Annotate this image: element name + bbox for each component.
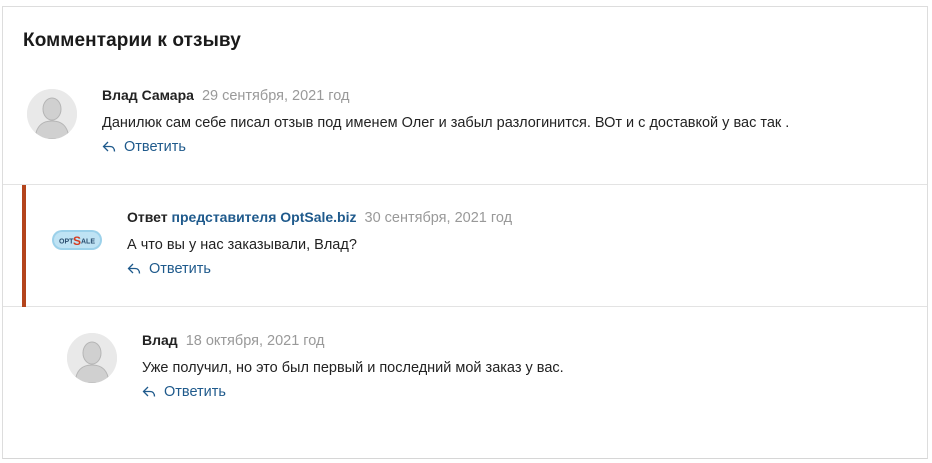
section-title: Комментарии к отзыву (23, 30, 241, 51)
reply-button[interactable]: Ответить (142, 384, 226, 402)
representative-reply: OPT S ALE Ответ представителя OptSale.bi… (3, 185, 927, 307)
comment-date: 29 сентября, 2021 год (201, 88, 350, 104)
reply-arrow-icon (142, 386, 156, 402)
logo-text-s: S (73, 234, 81, 248)
reply-label: Ответить (149, 261, 211, 277)
reply-arrow-icon (102, 141, 116, 157)
comment-text: Данилюк сам себе писал отзыв под именем … (102, 115, 790, 131)
author-name: Влад Самара (102, 87, 194, 103)
comment-header: Влад Самара 29 сентября, 2021 год (102, 87, 350, 104)
comment-text: Уже получил, но это был первый и последн… (142, 360, 564, 376)
reply-prefix: Ответ (127, 209, 168, 225)
comment-item: Влад 18 октября, 2021 год Уже получил, но… (3, 307, 927, 447)
comment-date: 30 сентября, 2021 год (364, 210, 513, 226)
reply-label: Ответить (164, 384, 226, 400)
review-comments-panel: Комментарии к отзыву Влад Самара 29 сентя… (2, 6, 928, 459)
user-avatar-icon (27, 89, 77, 139)
reply-accent-bar (22, 185, 26, 307)
reply-button[interactable]: Ответить (127, 261, 211, 279)
optsale-logo: OPT S ALE (51, 227, 103, 253)
comment-item: Влад Самара 29 сентября, 2021 год Данилюк… (3, 77, 927, 185)
logo-text-ale: ALE (81, 239, 95, 246)
reply-arrow-icon (127, 263, 141, 279)
reply-button[interactable]: Ответить (102, 139, 186, 157)
representative-link[interactable]: представителя OptSale.biz (172, 209, 357, 225)
comment-date: 18 октября, 2021 год (185, 333, 325, 349)
comment-text: А что вы у нас заказывали, Влад? (127, 237, 357, 253)
user-avatar-icon (67, 333, 117, 383)
reply-label: Ответить (124, 139, 186, 155)
comment-header: Влад 18 октября, 2021 год (142, 332, 325, 349)
logo-text-opt: OPT (59, 239, 74, 246)
author-name: Влад (142, 332, 178, 348)
comment-header: Ответ представителя OptSale.biz 30 сентяб… (127, 209, 512, 226)
